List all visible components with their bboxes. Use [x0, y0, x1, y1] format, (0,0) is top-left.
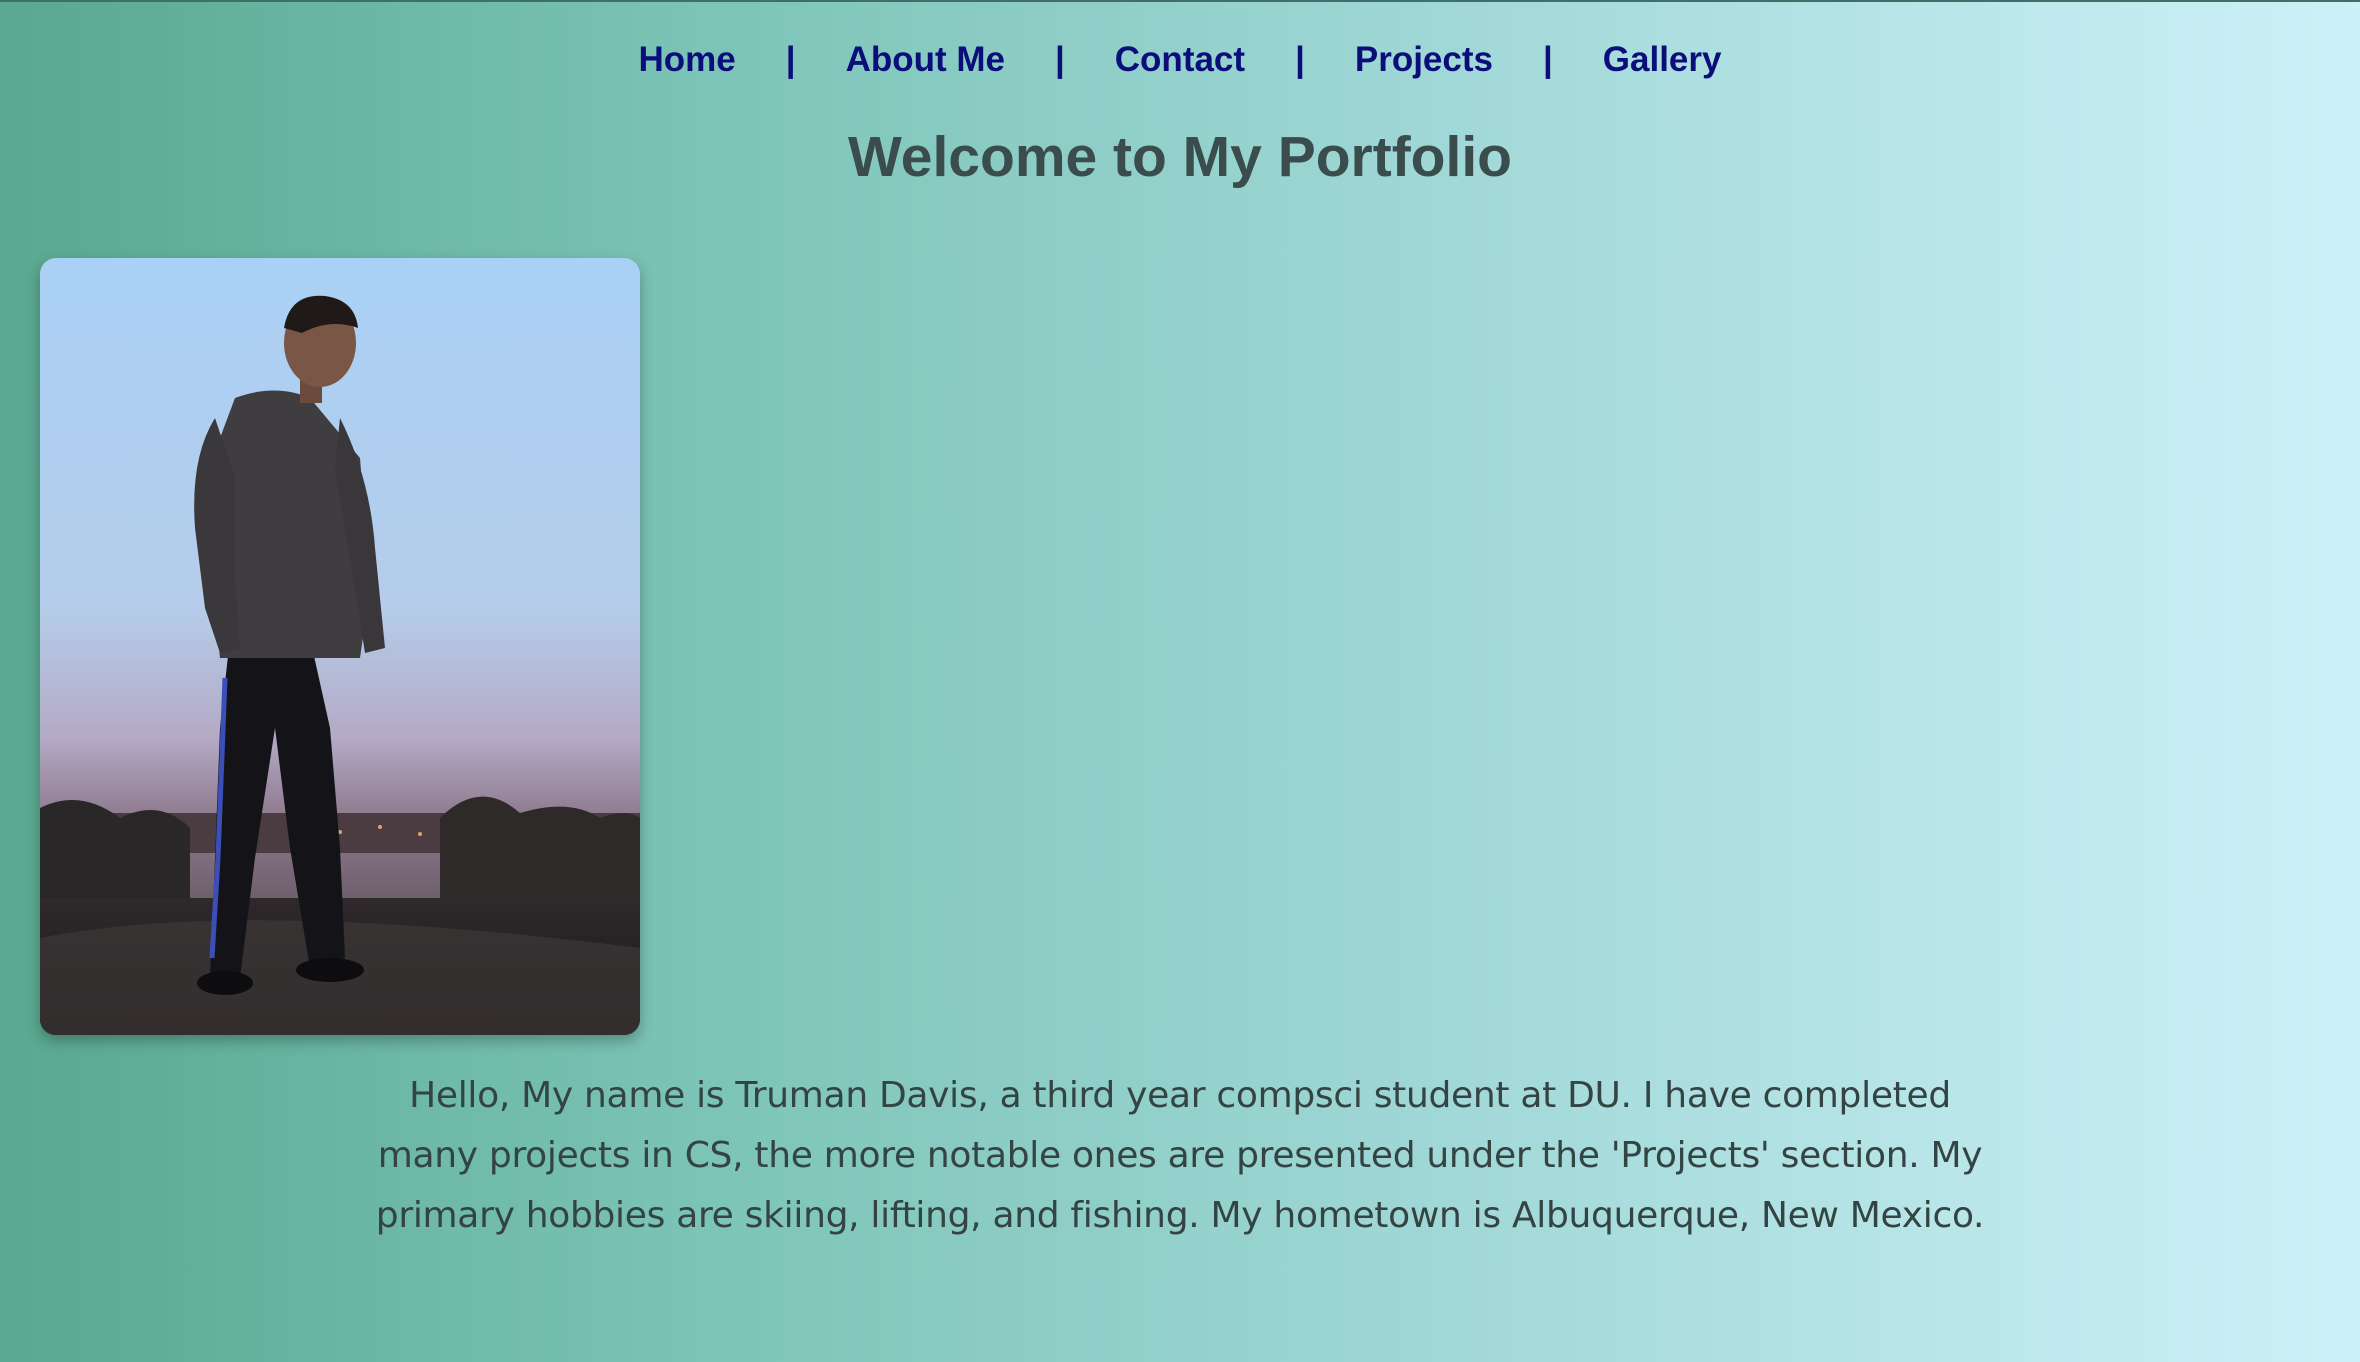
person-photo-icon — [40, 258, 640, 1035]
nav-separator: | — [1054, 40, 1065, 79]
page-title: Welcome to My Portfolio — [848, 125, 1512, 189]
main-nav: Home | About Me | Contact | Projects | G… — [0, 40, 2360, 80]
nav-link-projects[interactable]: Projects — [1355, 40, 1493, 80]
bio-paragraph: Hello, My name is Truman Davis, a third … — [375, 1075, 1985, 1236]
nav-link-contact[interactable]: Contact — [1115, 40, 1245, 80]
nav-separator: | — [785, 40, 796, 79]
nav-separator: | — [1295, 40, 1305, 79]
nav-link-about-me[interactable]: About Me — [846, 40, 1005, 80]
window-top-border — [0, 0, 2360, 2]
nav-link-gallery[interactable]: Gallery — [1603, 40, 1722, 80]
nav-link-home[interactable]: Home — [639, 40, 736, 80]
profile-photo — [40, 258, 640, 1035]
nav-separator: | — [1542, 40, 1553, 79]
